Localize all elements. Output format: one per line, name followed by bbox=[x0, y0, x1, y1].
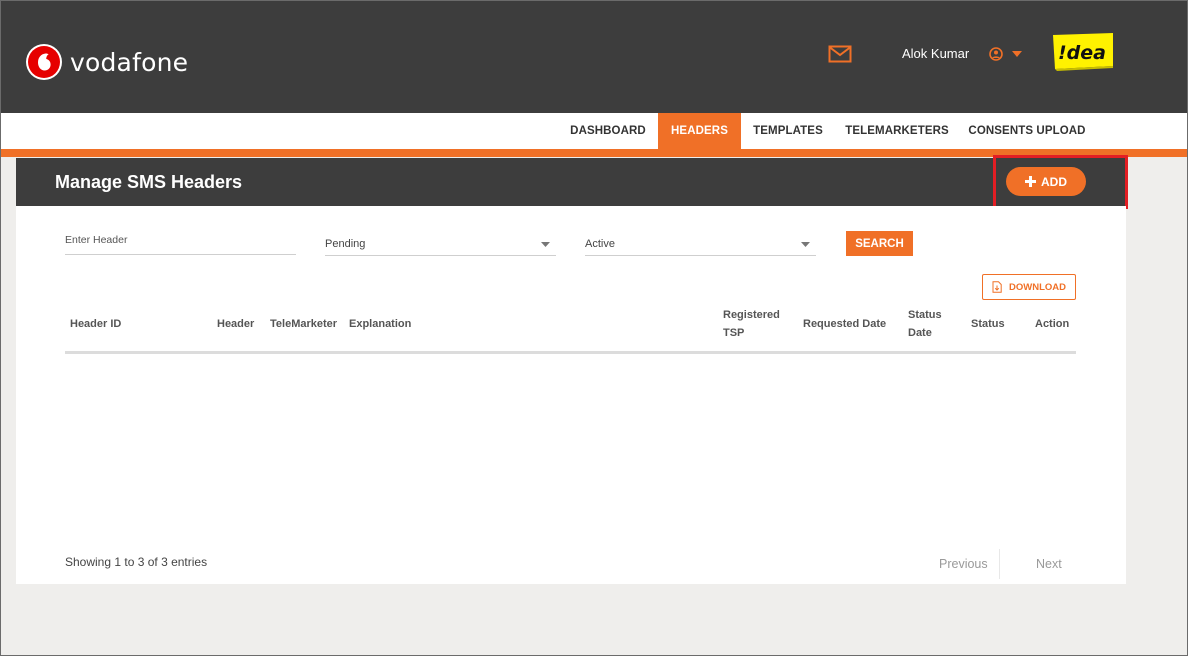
header-search-placeholder: Enter Header bbox=[65, 234, 128, 246]
activity-select-value: Active bbox=[585, 238, 615, 250]
activity-select[interactable]: Active bbox=[585, 230, 816, 256]
column-registered-tsp[interactable]: Registered TSP bbox=[723, 306, 780, 342]
main-nav: DASHBOARD HEADERS TEMPLATES TELEMARKETER… bbox=[1, 113, 1187, 149]
column-registered-tsp-line1: Registered bbox=[723, 309, 780, 321]
column-status[interactable]: Status bbox=[971, 315, 1005, 333]
vodafone-brand[interactable]: vodafone bbox=[26, 44, 188, 80]
panel-body bbox=[16, 206, 1126, 584]
plus-icon bbox=[1025, 176, 1036, 187]
header-search-input[interactable]: Enter Header bbox=[65, 229, 296, 255]
brand-name: vodafone bbox=[70, 47, 189, 77]
chevron-down-icon[interactable] bbox=[1012, 51, 1022, 57]
chevron-down-icon bbox=[541, 242, 550, 247]
download-button[interactable]: DOWNLOAD bbox=[982, 274, 1076, 300]
column-header[interactable]: Header bbox=[217, 315, 254, 333]
vodafone-logo-icon bbox=[26, 44, 62, 80]
page-title: Manage SMS Headers bbox=[55, 172, 243, 192]
status-select[interactable]: Pending bbox=[325, 230, 556, 256]
column-header-id[interactable]: Header ID bbox=[70, 315, 121, 333]
user-name[interactable]: Alok Kumar bbox=[902, 46, 969, 61]
column-action[interactable]: Action bbox=[1035, 315, 1069, 333]
pagination-next[interactable]: Next bbox=[1036, 557, 1062, 571]
nav-telemarketers[interactable]: TELEMARKETERS bbox=[839, 113, 955, 149]
nav-dashboard[interactable]: DASHBOARD bbox=[562, 113, 654, 149]
table-header-divider bbox=[65, 351, 1076, 354]
user-avatar-icon[interactable] bbox=[989, 47, 1003, 61]
column-requested-date[interactable]: Requested Date bbox=[803, 315, 886, 333]
column-status-date-line1: Status bbox=[908, 309, 942, 321]
chevron-down-icon bbox=[801, 242, 810, 247]
pagination-previous[interactable]: Previous bbox=[939, 557, 988, 571]
entries-info: Showing 1 to 3 of 3 entries bbox=[65, 555, 208, 569]
status-select-value: Pending bbox=[325, 238, 366, 250]
column-status-date-line2: Date bbox=[908, 327, 932, 339]
add-button[interactable]: ADD bbox=[1006, 167, 1086, 196]
top-header-bar: vodafone Alok Kumar !dea bbox=[1, 1, 1187, 113]
pagination-separator bbox=[999, 549, 1000, 579]
column-telemarketer[interactable]: TeleMarketer bbox=[270, 315, 337, 333]
column-explanation[interactable]: Explanation bbox=[349, 315, 411, 333]
download-button-label: DOWNLOAD bbox=[1009, 281, 1066, 293]
search-button[interactable]: SEARCH bbox=[846, 231, 913, 256]
nav-consents-upload[interactable]: CONSENTS UPLOAD bbox=[963, 113, 1091, 149]
nav-templates[interactable]: TEMPLATES bbox=[747, 113, 829, 149]
panel-header: Manage SMS Headers bbox=[16, 158, 1126, 206]
nav-headers[interactable]: HEADERS bbox=[658, 113, 741, 149]
file-download-icon bbox=[992, 281, 1002, 293]
add-button-label: ADD bbox=[1041, 174, 1067, 189]
column-registered-tsp-line2: TSP bbox=[723, 327, 745, 339]
column-status-date[interactable]: Status Date bbox=[908, 306, 942, 342]
mail-icon[interactable] bbox=[828, 45, 852, 63]
idea-logo-text: !dea bbox=[1058, 42, 1106, 64]
idea-logo: !dea bbox=[1053, 33, 1113, 71]
